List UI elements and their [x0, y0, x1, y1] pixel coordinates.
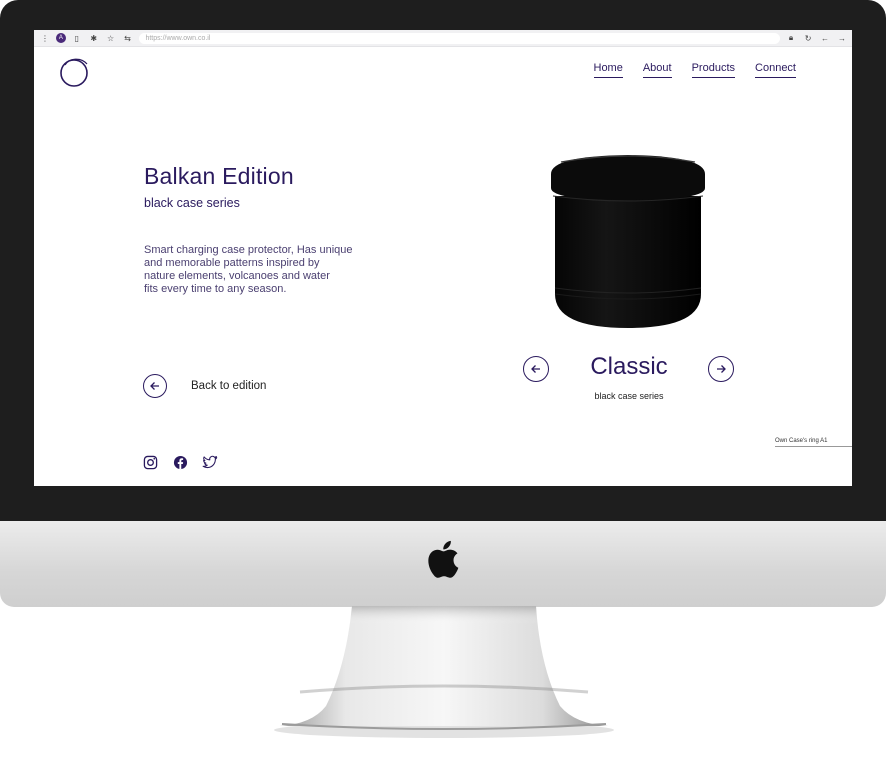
twitter-icon[interactable] — [202, 454, 218, 470]
back-arrow-circle-icon — [143, 374, 167, 398]
back-label: Back to edition — [191, 380, 267, 392]
back-to-edition-button[interactable]: Back to edition — [143, 374, 266, 398]
back-arrow-icon[interactable]: ← — [819, 32, 831, 44]
bookmark-star-icon[interactable]: ☆ — [105, 32, 117, 44]
description-line: Smart charging case protector, Has uniqu… — [144, 244, 353, 256]
social-links — [142, 454, 218, 470]
facebook-icon[interactable] — [172, 454, 188, 470]
browser-toolbar: ⋮ A ▯ ✱ ☆ ⇆ https://www.own.co.il 🔒︎ ↻ ←… — [34, 30, 852, 47]
more-menu-icon[interactable]: ⋮ — [39, 32, 51, 44]
product-image — [551, 155, 705, 328]
url-text: https://www.own.co.il — [145, 34, 211, 42]
product-caption: Own Case's ring A1 — [775, 438, 828, 444]
address-bar[interactable]: https://www.own.co.il — [139, 32, 781, 44]
translate-icon[interactable]: ⇆ — [122, 32, 134, 44]
edition-description: Smart charging case protector, Has uniqu… — [144, 244, 384, 296]
nav-home[interactable]: Home — [593, 62, 623, 78]
nav-connect[interactable]: Connect — [755, 62, 796, 78]
monitor-stand — [274, 606, 614, 738]
profile-avatar[interactable]: A — [55, 33, 66, 43]
reload-icon[interactable]: ↻ — [802, 32, 814, 44]
imac-monitor: ⋮ A ▯ ✱ ☆ ⇆ https://www.own.co.il 🔒︎ ↻ ←… — [0, 0, 886, 607]
edition-title: Balkan Edition — [144, 163, 294, 189]
product-subtitle: black case series — [594, 391, 664, 401]
extensions-icon[interactable]: ✱ — [88, 32, 100, 44]
screen: ⋮ A ▯ ✱ ☆ ⇆ https://www.own.co.il 🔒︎ ↻ ←… — [34, 30, 852, 486]
left-arrow-icon — [523, 356, 549, 382]
forward-arrow-icon[interactable]: → — [836, 32, 848, 44]
next-product-button[interactable] — [708, 356, 734, 382]
description-line: and memorable patterns inspired by — [144, 257, 320, 269]
own-logo[interactable] — [59, 56, 91, 88]
product-name: Classic — [590, 353, 668, 380]
apple-logo-icon — [428, 540, 459, 578]
description-line: fits every time to any season. — [144, 283, 287, 295]
edition-subtitle: black case series — [144, 196, 240, 210]
lock-icon: 🔒︎ — [788, 33, 794, 42]
right-arrow-icon — [708, 356, 734, 382]
nav-about[interactable]: About — [642, 62, 672, 78]
nav-products[interactable]: Products — [691, 62, 736, 78]
instagram-icon[interactable] — [142, 454, 158, 470]
main-nav: Home About Products Connect — [574, 62, 796, 78]
caption-divider — [775, 446, 852, 447]
description-line: nature elements, volcanoes and water — [144, 270, 330, 282]
sidebar-icon[interactable]: ▯ — [71, 32, 83, 44]
previous-product-button[interactable] — [523, 356, 549, 382]
